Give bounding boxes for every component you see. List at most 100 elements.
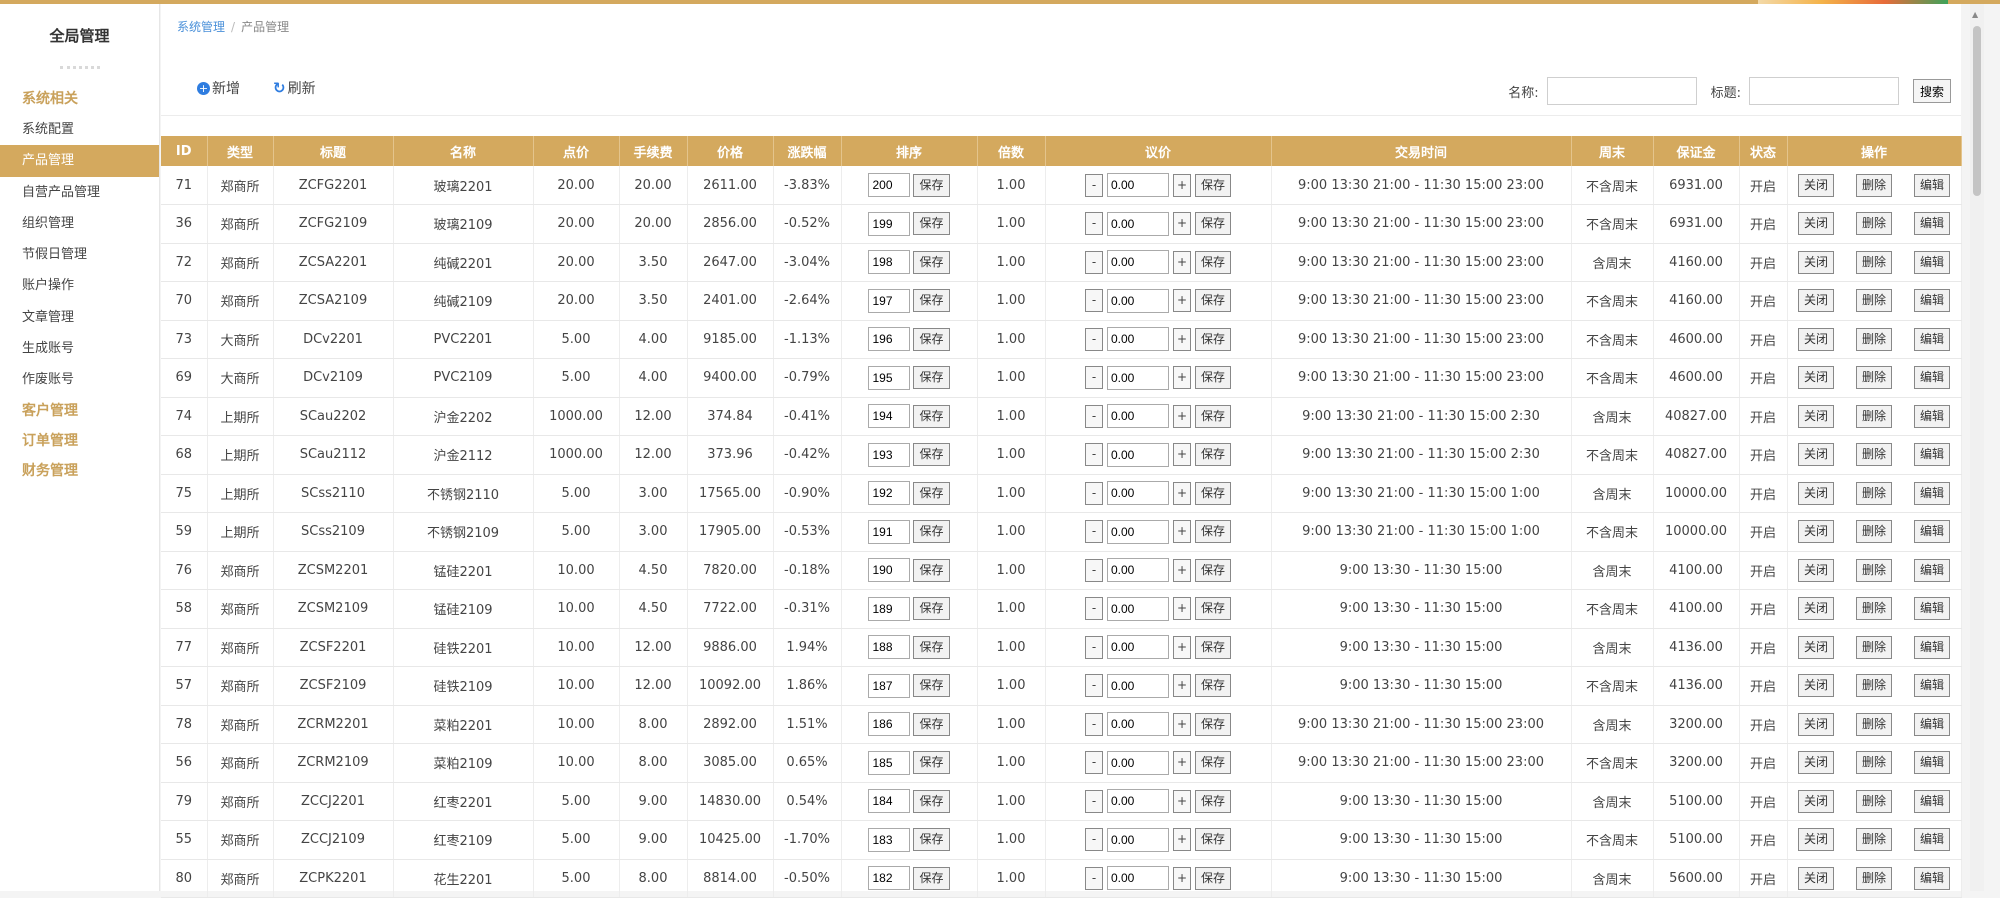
price-minus-button[interactable]: - [1084,404,1103,428]
edit-button[interactable]: 编辑 [1914,520,1951,544]
price-input[interactable] [1106,673,1169,698]
close-button[interactable]: 关闭 [1797,250,1834,274]
price-save-button[interactable]: 保存 [1194,250,1231,274]
edit-button[interactable]: 编辑 [1914,712,1951,736]
sort-input[interactable] [868,519,911,544]
close-button[interactable]: 关闭 [1797,597,1834,621]
price-plus-button[interactable]: + [1172,520,1191,544]
price-minus-button[interactable]: - [1084,289,1103,313]
close-button[interactable]: 关闭 [1797,828,1834,852]
delete-button[interactable]: 删除 [1855,751,1892,775]
close-button[interactable]: 关闭 [1797,289,1834,313]
delete-button[interactable]: 删除 [1855,327,1892,351]
price-plus-button[interactable]: + [1172,558,1191,582]
price-plus-button[interactable]: + [1172,173,1191,197]
price-minus-button[interactable]: - [1084,674,1103,698]
price-input[interactable] [1106,596,1169,621]
price-save-button[interactable]: 保存 [1194,289,1231,313]
close-button[interactable]: 关闭 [1797,558,1834,582]
sort-input[interactable] [868,750,911,775]
price-save-button[interactable]: 保存 [1194,173,1231,197]
delete-button[interactable]: 删除 [1855,866,1892,890]
price-minus-button[interactable]: - [1084,212,1103,236]
close-button[interactable]: 关闭 [1797,173,1834,197]
edit-button[interactable]: 编辑 [1914,173,1951,197]
sort-save-button[interactable]: 保存 [913,250,950,274]
price-minus-button[interactable]: - [1084,635,1103,659]
sort-save-button[interactable]: 保存 [913,481,950,505]
price-plus-button[interactable]: + [1172,828,1191,852]
price-save-button[interactable]: 保存 [1194,327,1231,351]
sidebar-group[interactable]: 系统相关 [0,84,159,114]
close-button[interactable]: 关闭 [1797,712,1834,736]
price-input[interactable] [1106,404,1169,429]
sort-input[interactable] [868,365,911,390]
sort-input[interactable] [868,866,911,891]
price-minus-button[interactable]: - [1084,250,1103,274]
delete-button[interactable]: 删除 [1855,635,1892,659]
price-input[interactable] [1106,211,1169,236]
delete-button[interactable]: 删除 [1855,828,1892,852]
price-input[interactable] [1106,712,1169,737]
price-minus-button[interactable]: - [1084,789,1103,813]
sort-input[interactable] [868,442,911,467]
price-plus-button[interactable]: + [1172,404,1191,428]
edit-button[interactable]: 编辑 [1914,404,1951,428]
sidebar-group[interactable]: 订单管理 [0,426,159,456]
price-plus-button[interactable]: + [1172,751,1191,775]
delete-button[interactable]: 删除 [1855,712,1892,736]
sort-save-button[interactable]: 保存 [913,712,950,736]
scroll-up-icon[interactable]: ▲ [1972,10,1978,19]
sort-save-button[interactable]: 保存 [913,635,950,659]
price-save-button[interactable]: 保存 [1194,866,1231,890]
sort-save-button[interactable]: 保存 [913,751,950,775]
name-input[interactable] [1546,77,1697,105]
sidebar-item[interactable]: 组织管理 [0,208,159,239]
price-save-button[interactable]: 保存 [1194,558,1231,582]
price-save-button[interactable]: 保存 [1194,481,1231,505]
sort-save-button[interactable]: 保存 [913,520,950,544]
price-minus-button[interactable]: - [1084,327,1103,351]
price-minus-button[interactable]: - [1084,366,1103,390]
close-button[interactable]: 关闭 [1797,520,1834,544]
sidebar-item[interactable]: 自营产品管理 [0,177,159,208]
edit-button[interactable]: 编辑 [1914,597,1951,621]
sort-input[interactable] [868,789,911,814]
edit-button[interactable]: 编辑 [1914,327,1951,351]
price-minus-button[interactable]: - [1084,712,1103,736]
price-save-button[interactable]: 保存 [1194,443,1231,467]
edit-button[interactable]: 编辑 [1914,674,1951,698]
price-minus-button[interactable]: - [1084,443,1103,467]
price-save-button[interactable]: 保存 [1194,212,1231,236]
price-input[interactable] [1106,173,1169,197]
price-save-button[interactable]: 保存 [1194,635,1231,659]
price-input[interactable] [1106,558,1169,583]
delete-button[interactable]: 删除 [1855,481,1892,505]
sort-input[interactable] [868,558,911,583]
sort-save-button[interactable]: 保存 [913,558,950,582]
sort-save-button[interactable]: 保存 [913,366,950,390]
delete-button[interactable]: 删除 [1855,250,1892,274]
price-plus-button[interactable]: + [1172,366,1191,390]
sort-save-button[interactable]: 保存 [913,212,950,236]
sort-input[interactable] [868,250,911,275]
price-plus-button[interactable]: + [1172,635,1191,659]
scrollbar-thumb[interactable] [1973,26,1981,196]
close-button[interactable]: 关闭 [1797,481,1834,505]
delete-button[interactable]: 删除 [1855,443,1892,467]
sort-save-button[interactable]: 保存 [913,597,950,621]
edit-button[interactable]: 编辑 [1914,558,1951,582]
price-input[interactable] [1106,327,1169,352]
breadcrumb-root[interactable]: 系统管理 [177,20,225,34]
price-save-button[interactable]: 保存 [1194,712,1231,736]
price-plus-button[interactable]: + [1172,443,1191,467]
sort-save-button[interactable]: 保存 [913,674,950,698]
price-plus-button[interactable]: + [1172,481,1191,505]
edit-button[interactable]: 编辑 [1914,635,1951,659]
delete-button[interactable]: 删除 [1855,404,1892,428]
price-save-button[interactable]: 保存 [1194,789,1231,813]
price-plus-button[interactable]: + [1172,597,1191,621]
edit-button[interactable]: 编辑 [1914,828,1951,852]
sort-save-button[interactable]: 保存 [913,404,950,428]
delete-button[interactable]: 删除 [1855,289,1892,313]
